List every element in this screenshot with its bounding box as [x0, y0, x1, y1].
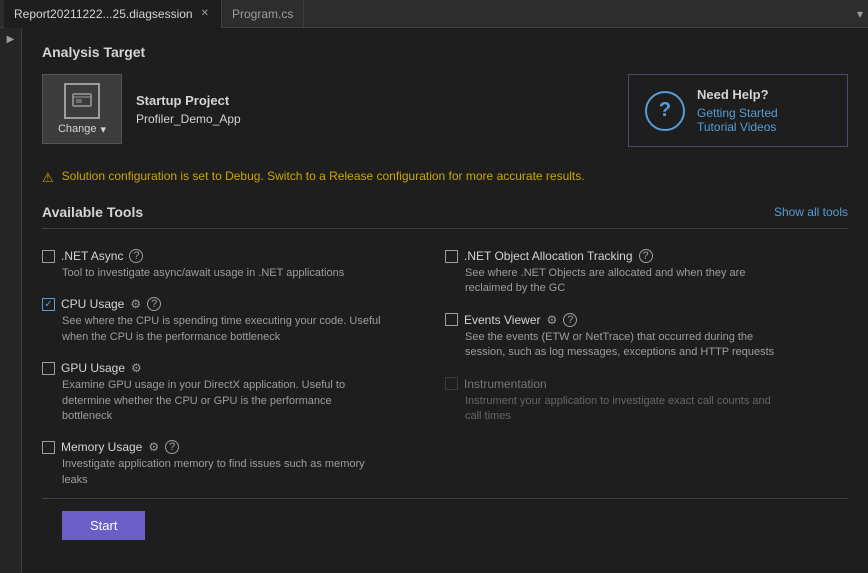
available-tools-title: Available Tools	[42, 204, 143, 220]
tool-memory-usage-name: Memory Usage	[61, 440, 142, 454]
tab-diag-close[interactable]: ✕	[199, 7, 211, 20]
tool-cpu-usage-checkbox[interactable]	[42, 298, 55, 311]
tool-cpu-usage-name: CPU Usage	[61, 297, 124, 311]
startup-project-name: Profiler_Demo_App	[136, 112, 241, 126]
tool-events-viewer-gear-icon[interactable]: ⚙	[546, 313, 557, 327]
startup-info: Startup Project Profiler_Demo_App	[136, 93, 241, 126]
collapse-arrow-icon[interactable]: ▶	[7, 34, 15, 45]
tool-instrumentation-header: Instrumentation	[445, 377, 848, 391]
tool-gpu-usage-header: GPU Usage ⚙	[42, 361, 445, 375]
need-help-box: ? Need Help? Getting Started Tutorial Vi…	[628, 74, 848, 147]
need-help-title: Need Help?	[697, 87, 778, 102]
tool-cpu-usage-gear-icon[interactable]: ⚙	[130, 297, 141, 311]
tool-memory-usage-desc: Investigate application memory to find i…	[42, 457, 382, 488]
tool-instrumentation-desc: Instrument your application to investiga…	[445, 394, 785, 425]
warning-text: Solution configuration is set to Debug. …	[62, 169, 585, 183]
tool-dotnet-object-allocation: .NET Object Allocation Tracking ? See wh…	[445, 243, 848, 307]
warning-bar: ⚠ Solution configuration is set to Debug…	[42, 161, 848, 194]
tool-dotnet-async-header: .NET Async ?	[42, 249, 445, 263]
tab-program[interactable]: Program.cs	[222, 0, 304, 28]
tab-diag-label: Report20211222...25.diagsession	[14, 7, 193, 21]
tool-events-viewer-desc: See the events (ETW or NetTrace) that oc…	[445, 330, 785, 361]
tool-gpu-usage-gear-icon[interactable]: ⚙	[131, 361, 142, 375]
tool-dotnet-object-allocation-name: .NET Object Allocation Tracking	[464, 249, 633, 263]
tool-dotnet-object-allocation-desc: See where .NET Objects are allocated and…	[445, 266, 785, 297]
main-container: ▶ Analysis Target Change	[0, 28, 868, 573]
warning-icon: ⚠	[42, 170, 54, 186]
tool-dotnet-async-checkbox[interactable]	[42, 250, 55, 263]
bottom-bar: Start	[42, 498, 848, 552]
tool-cpu-usage: CPU Usage ⚙ ? See where the CPU is spend…	[42, 291, 445, 355]
tab-program-label: Program.cs	[232, 7, 293, 21]
tools-grid: .NET Async ? Tool to investigate async/a…	[42, 243, 848, 498]
tool-dotnet-object-allocation-checkbox[interactable]	[445, 250, 458, 263]
tool-gpu-usage-checkbox[interactable]	[42, 362, 55, 375]
change-target-button[interactable]: Change ▾ Target	[42, 74, 122, 144]
change-target-icon	[64, 83, 100, 119]
tool-memory-usage-checkbox[interactable]	[42, 441, 55, 454]
help-content: Need Help? Getting Started Tutorial Vide…	[697, 87, 778, 134]
start-button[interactable]: Start	[62, 511, 145, 540]
tool-cpu-usage-help-icon[interactable]: ?	[147, 297, 161, 311]
tool-instrumentation: Instrumentation Instrument your applicat…	[445, 371, 848, 435]
tool-events-viewer-checkbox[interactable]	[445, 313, 458, 326]
tool-dotnet-async-desc: Tool to investigate async/await usage in…	[42, 266, 382, 281]
tab-bar: Report20211222...25.diagsession ✕ Progra…	[0, 0, 868, 28]
tool-memory-usage-help-icon[interactable]: ?	[165, 440, 179, 454]
tool-memory-usage-gear-icon[interactable]: ⚙	[148, 440, 159, 454]
tool-events-viewer-help-icon[interactable]: ?	[563, 313, 577, 327]
tool-instrumentation-checkbox[interactable]	[445, 377, 458, 390]
tool-gpu-usage-desc: Examine GPU usage in your DirectX applic…	[42, 378, 382, 424]
content-area: Analysis Target Change ▾	[22, 28, 868, 573]
tool-cpu-usage-desc: See where the CPU is spending time execu…	[42, 314, 382, 345]
tools-header: Available Tools Show all tools	[42, 204, 848, 229]
tool-instrumentation-name: Instrumentation	[464, 377, 547, 391]
target-row: Change ▾ Target Startup Project Profiler…	[42, 74, 848, 147]
tool-dotnet-async-name: .NET Async	[61, 249, 123, 263]
show-all-tools-link[interactable]: Show all tools	[774, 205, 848, 219]
target-left: Change ▾ Target Startup Project Profiler…	[42, 74, 241, 144]
startup-project-label: Startup Project	[136, 93, 241, 108]
tool-dotnet-async: .NET Async ? Tool to investigate async/a…	[42, 243, 445, 291]
tools-column-left: .NET Async ? Tool to investigate async/a…	[42, 243, 445, 498]
tutorial-videos-link[interactable]: Tutorial Videos	[697, 120, 778, 134]
tool-cpu-usage-header: CPU Usage ⚙ ?	[42, 297, 445, 311]
analysis-target-title: Analysis Target	[42, 44, 848, 60]
help-question-icon: ?	[645, 91, 685, 131]
tool-memory-usage: Memory Usage ⚙ ? Investigate application…	[42, 434, 445, 498]
tool-dotnet-async-help-icon[interactable]: ?	[129, 249, 143, 263]
tools-column-right: .NET Object Allocation Tracking ? See wh…	[445, 243, 848, 498]
tool-events-viewer: Events Viewer ⚙ ? See the events (ETW or…	[445, 307, 848, 371]
tool-events-viewer-name: Events Viewer	[464, 313, 540, 327]
tool-gpu-usage: GPU Usage ⚙ Examine GPU usage in your Di…	[42, 355, 445, 434]
left-strip: ▶	[0, 28, 22, 573]
tool-events-viewer-header: Events Viewer ⚙ ?	[445, 313, 848, 327]
change-target-label: Change ▾	[58, 123, 106, 136]
getting-started-link[interactable]: Getting Started	[697, 106, 778, 120]
tool-dotnet-object-allocation-help-icon[interactable]: ?	[639, 249, 653, 263]
tool-gpu-usage-name: GPU Usage	[61, 361, 125, 375]
tool-memory-usage-header: Memory Usage ⚙ ?	[42, 440, 445, 454]
tab-scroll-button[interactable]: ▾	[852, 7, 868, 21]
tool-dotnet-object-allocation-header: .NET Object Allocation Tracking ?	[445, 249, 848, 263]
tab-diag[interactable]: Report20211222...25.diagsession ✕	[4, 0, 222, 28]
